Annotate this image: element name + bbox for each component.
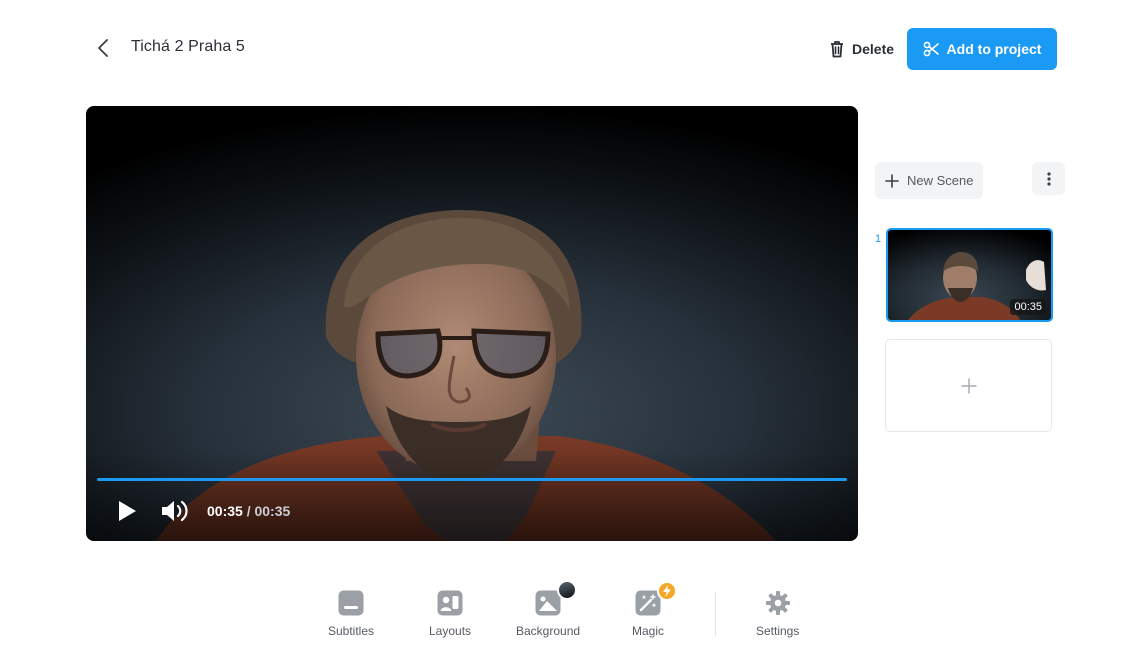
video-player[interactable]: 00:35 / 00:35 [86,106,858,541]
controls-shade [86,451,858,541]
subtitles-icon [338,590,364,616]
duration-time: 00:35 [254,503,291,519]
toolbar-magic-label: Magic [632,624,665,638]
toolbar-settings-label: Settings [756,624,800,638]
time-readout: 00:35 / 00:35 [207,503,290,519]
delete-label: Delete [852,41,895,57]
toolbar-settings[interactable]: Settings [756,590,799,638]
toolbar-subtitles-label: Subtitles [328,624,375,638]
time-separator: / [246,503,251,519]
plus-icon [960,377,977,394]
volume-button[interactable] [160,499,190,523]
toolbar-layouts[interactable]: Layouts [429,590,471,638]
new-scene-button[interactable]: New Scene [875,162,983,199]
progress-bar[interactable] [97,478,847,481]
play-button[interactable] [116,499,138,523]
toolbar-background-label: Background [516,624,581,638]
trash-icon [831,41,843,58]
more-options-button[interactable] [1032,162,1065,195]
scene-index: 1 [875,233,882,245]
new-scene-label: New Scene [907,173,974,188]
lightning-icon [663,585,671,597]
toolbar-subtitles[interactable]: Subtitles [328,590,374,638]
scissors-icon [923,41,939,57]
toolbar-divider [715,592,716,636]
more-vertical-icon [1046,171,1051,186]
plus-icon [885,173,899,188]
add-scene-tile[interactable] [885,339,1052,432]
chevron-left-icon [98,39,108,57]
play-icon [119,501,136,521]
add-to-project-label: Add to project [946,41,1042,57]
scene-duration-badge: 00:35 [1010,299,1046,315]
volume-icon [162,500,188,522]
add-to-project-button[interactable]: Add to project [907,28,1057,70]
current-time: 00:35 [207,503,243,519]
lightning-badge [657,581,677,601]
back-button[interactable] [92,36,114,60]
gear-icon [765,591,790,615]
layouts-icon [437,590,463,616]
scene-thumbnail[interactable]: 00:35 [886,228,1053,322]
page-title: Tichá 2 Praha 5 [131,38,245,55]
background-preview-badge [557,580,577,600]
delete-button[interactable]: Delete [829,36,894,62]
toolbar-layouts-label: Layouts [429,624,472,638]
